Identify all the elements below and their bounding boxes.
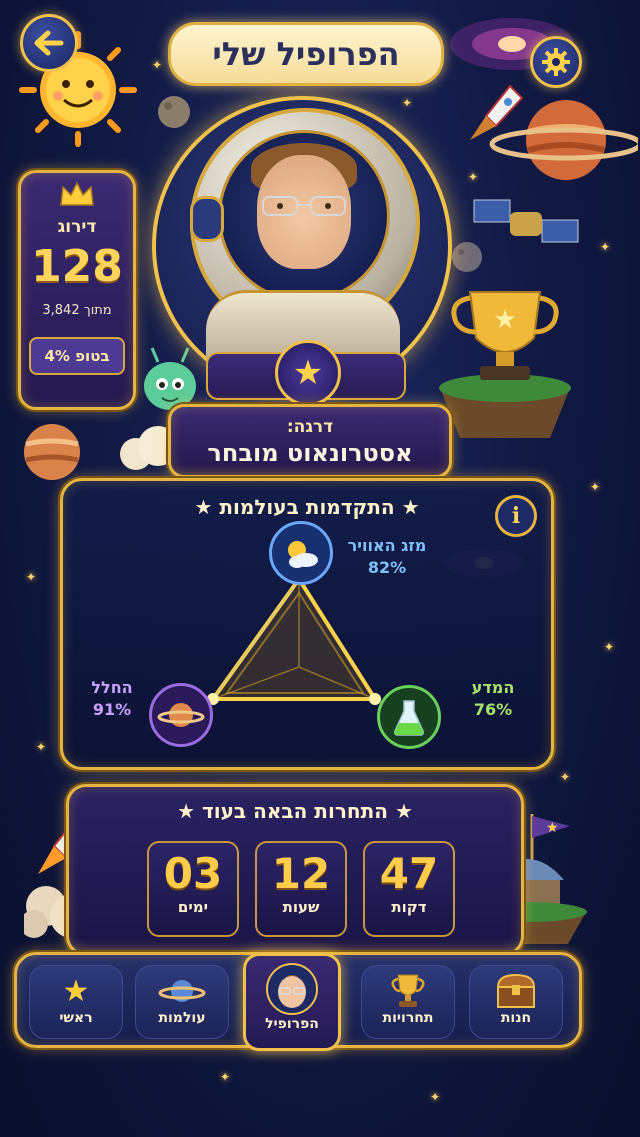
star-icon: ✦ xyxy=(220,1070,231,1084)
countdown-hours: 12 שעות xyxy=(255,841,347,937)
svg-text:★: ★ xyxy=(546,820,559,836)
science-name: המדע xyxy=(471,678,515,697)
rank-top-percent: בטופ 4% xyxy=(29,337,125,375)
countdown-minutes: 47 דקות xyxy=(363,841,455,937)
nav-item-label: תחרויות xyxy=(382,1010,434,1026)
nav-item-home[interactable]: ★ ראשי xyxy=(29,965,123,1039)
star-emblem-icon: ★ xyxy=(275,340,341,406)
star-icon: ★ xyxy=(62,973,90,1009)
star-icon: ✦ xyxy=(430,1090,441,1104)
star-icon: ✦ xyxy=(402,96,413,110)
space-name: החלל xyxy=(91,678,133,697)
days-label: ימים xyxy=(177,898,209,916)
jupiter-icon xyxy=(24,424,80,480)
page-title: הפרופיל שלי xyxy=(168,22,444,86)
nav-item-label: חנות xyxy=(500,1010,532,1026)
minutes-value: 47 xyxy=(379,849,439,898)
science-world-node[interactable] xyxy=(377,685,441,749)
planet-icon xyxy=(157,703,205,727)
nav-item-profile[interactable]: הפרופיל xyxy=(243,953,341,1051)
nav-item-shop[interactable]: חנות xyxy=(469,965,563,1039)
moon-icon xyxy=(452,242,482,272)
helmet-ear-badge xyxy=(190,196,224,242)
rank-title-label: דרגה: xyxy=(286,417,334,437)
star-icon: ✦ xyxy=(468,170,479,184)
star-icon: ✦ xyxy=(26,570,37,584)
ringed-planet-icon xyxy=(489,100,638,180)
player-rank-plate: דרגה: אסטרונאוט מובחר xyxy=(168,404,452,478)
settings-button[interactable] xyxy=(530,36,582,88)
nav-item-label: הפרופיל xyxy=(265,1016,319,1032)
weather-world-node[interactable] xyxy=(269,521,333,585)
science-stat: המדע 76% xyxy=(453,677,533,721)
gear-icon xyxy=(542,48,570,76)
minutes-label: דקות xyxy=(391,898,427,916)
space-world-node[interactable] xyxy=(149,683,213,747)
rank-card: דירוג 128 מתוך 3,842 בטופ 4% xyxy=(18,170,136,410)
star-icon: ✦ xyxy=(604,640,615,654)
rank-title: אסטרונאוט מובחר xyxy=(207,439,413,467)
svg-text:★: ★ xyxy=(493,305,516,335)
worlds-progress-panel: ★ התקדמות בעולמות ★ i מזג האוויר 82% החל… xyxy=(60,478,554,770)
glasses-icon xyxy=(262,196,346,216)
star-icon: ✦ xyxy=(152,58,163,72)
nav-item-label: עולמות xyxy=(158,1010,206,1026)
satellite-icon xyxy=(473,199,579,243)
bottom-nav: ★ ראשי עולמות הפרופיל תחרויות חנות xyxy=(14,952,582,1051)
weather-name: מזג האוויר xyxy=(347,536,427,555)
star-icon: ✦ xyxy=(590,480,601,494)
sun-cloud-icon xyxy=(288,541,318,568)
space-percent: 91% xyxy=(92,700,132,719)
rank-out-of: מתוך 3,842 xyxy=(42,303,112,318)
rank-value: 128 xyxy=(31,241,123,292)
weather-stat: מזג האוויר 82% xyxy=(337,535,437,579)
trophy-island-icon: ★ xyxy=(439,291,571,438)
arrow-left-icon xyxy=(34,30,64,56)
countdown-days: 03 ימים xyxy=(147,841,239,937)
crown-icon xyxy=(60,181,94,206)
planet-icon xyxy=(136,972,228,1010)
back-button[interactable] xyxy=(20,14,78,72)
rank-label: דירוג xyxy=(57,217,97,237)
hours-value: 12 xyxy=(271,849,331,898)
treasure-chest-icon xyxy=(470,972,562,1010)
star-icon: ✦ xyxy=(600,240,611,254)
nav-item-worlds[interactable]: עולמות xyxy=(135,965,229,1039)
star-icon: ✦ xyxy=(560,770,571,784)
avatar xyxy=(218,130,390,302)
next-competition-title: ★ התחרות הבאה בעוד ★ xyxy=(177,799,413,823)
weather-percent: 82% xyxy=(367,558,407,577)
science-percent: 76% xyxy=(473,700,513,719)
nav-item-label: ראשי xyxy=(59,1010,93,1026)
next-competition-panel: ★ התחרות הבאה בעוד ★ 03 ימים 12 שעות 47 … xyxy=(66,784,524,956)
small-planet-icon xyxy=(158,96,190,128)
hours-label: שעות xyxy=(282,898,320,916)
avatar-icon xyxy=(246,962,338,1016)
trophy-icon xyxy=(362,972,454,1010)
flask-icon xyxy=(394,700,424,736)
space-stat: החלל 91% xyxy=(77,677,147,721)
days-value: 03 xyxy=(163,849,223,898)
star-icon: ✦ xyxy=(36,740,47,754)
nav-item-competitions[interactable]: תחרויות xyxy=(361,965,455,1039)
